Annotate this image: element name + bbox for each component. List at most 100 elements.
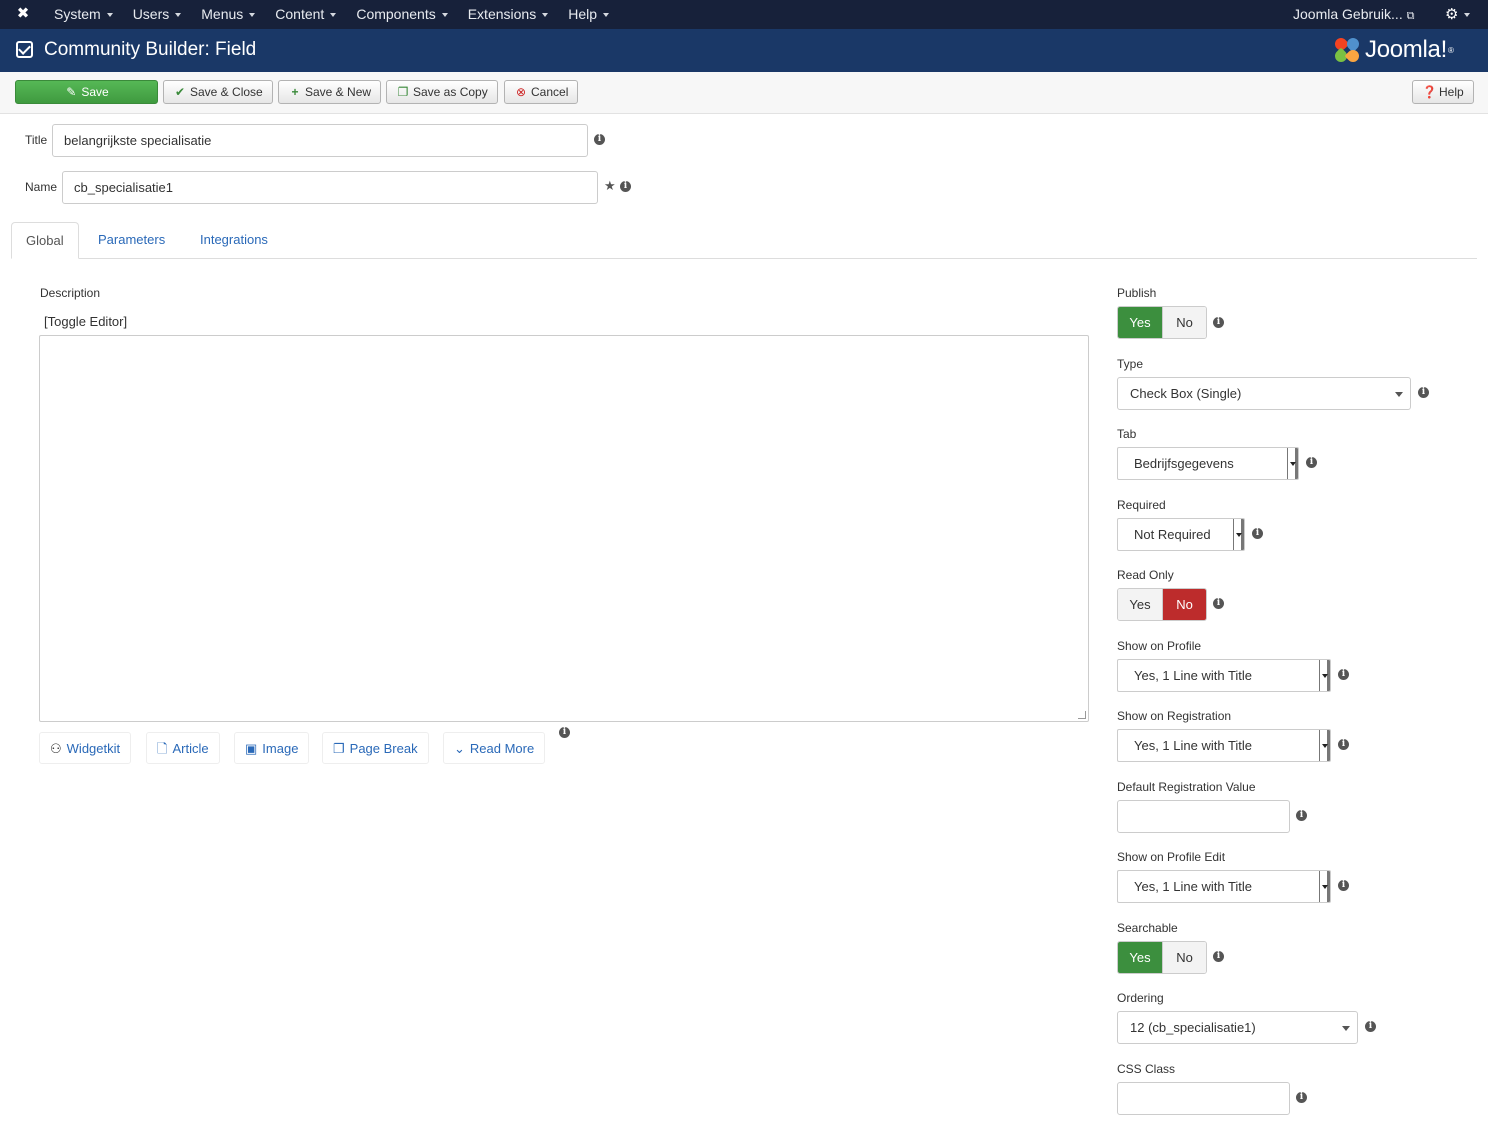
show-profile-edit-select[interactable]: Yes, 1 Line with Title (1117, 870, 1331, 903)
read-only-toggle: Yes No (1117, 588, 1207, 621)
save-button-label: Save (81, 85, 109, 99)
default-registration-input[interactable] (1117, 800, 1290, 833)
menu-menus[interactable]: Menus (191, 0, 265, 29)
info-icon[interactable]: i (1306, 457, 1317, 468)
caret-down-icon (330, 13, 337, 18)
info-icon[interactable]: i (1213, 598, 1224, 609)
page-break-button[interactable]: ❐ Page Break (322, 732, 429, 764)
menu-content[interactable]: Content (265, 0, 346, 29)
info-icon[interactable]: i (1338, 669, 1349, 680)
save-button[interactable]: ✎ Save (15, 80, 158, 104)
info-icon[interactable]: i (1338, 880, 1349, 891)
menu-components-label: Components (356, 6, 436, 22)
user-link[interactable]: Joomla Gebruik... ⧉ (1293, 0, 1414, 29)
tab-parameters[interactable]: Parameters (84, 222, 179, 259)
image-button[interactable]: ▣ Image (234, 732, 310, 764)
info-icon[interactable]: i (1338, 739, 1349, 750)
save-copy-label: Save as Copy (413, 85, 488, 99)
info-icon[interactable]: i (1365, 1021, 1376, 1032)
cancel-button[interactable]: ⊗ Cancel (504, 80, 579, 104)
check-icon: ✔ (174, 85, 186, 99)
resize-handle[interactable] (1078, 711, 1086, 719)
checkbox-icon (16, 41, 33, 58)
info-icon[interactable]: i (1252, 528, 1263, 539)
toolbar: ✎ Save ✔ Save & Close + Save & New ❐ Save as… (0, 72, 1500, 114)
menu-components[interactable]: Components (346, 0, 457, 29)
tab-integrations[interactable]: Integrations (186, 222, 282, 259)
title-input[interactable]: belangrijkste specialisatie (52, 124, 588, 157)
joomla-brand: Joomla! ® (1332, 34, 1454, 66)
article-label: Article (172, 741, 209, 756)
info-icon[interactable]: i (1418, 387, 1429, 398)
help-button[interactable]: ❓ Help (1412, 80, 1474, 104)
read-only-yes[interactable]: Yes (1118, 589, 1162, 620)
menu-extensions[interactable]: Extensions (458, 0, 558, 29)
show-registration-select[interactable]: Yes, 1 Line with Title (1117, 729, 1331, 762)
type-value: Check Box (Single) (1130, 386, 1242, 401)
info-icon[interactable]: i (1296, 1092, 1307, 1103)
caret-down-icon (106, 13, 113, 18)
required-value: Not Required (1134, 527, 1211, 542)
searchable-no[interactable]: No (1162, 942, 1206, 973)
read-only-label: Read Only (1117, 568, 1174, 582)
read-more-button[interactable]: ⌄ Read More (443, 732, 546, 764)
info-icon[interactable]: i (594, 134, 605, 145)
save-close-button[interactable]: ✔ Save & Close (163, 80, 273, 104)
tab-value: Bedrijfsgegevens (1134, 456, 1234, 471)
searchable-yes[interactable]: Yes (1118, 942, 1162, 973)
user-name: Joomla Gebruik... (1293, 6, 1403, 22)
menu-help[interactable]: Help (558, 0, 619, 29)
article-button[interactable]: 🗋 Article (146, 732, 220, 764)
page-title: Community Builder: Field (44, 39, 257, 60)
type-select[interactable]: Check Box (Single) (1117, 377, 1411, 410)
publish-no[interactable]: No (1162, 307, 1206, 338)
read-only-no[interactable]: No (1162, 589, 1206, 620)
ordering-value: 12 (cb_specialisatie1) (1130, 1020, 1256, 1035)
type-label: Type (1117, 357, 1144, 371)
default-registration-label: Default Registration Value (1117, 780, 1256, 794)
info-icon[interactable]: i (1213, 317, 1224, 328)
name-label: Name (25, 180, 58, 194)
title-label: Title (25, 133, 48, 147)
joomla-logo-icon[interactable]: ✖ (14, 5, 32, 23)
ordering-label: Ordering (1117, 991, 1164, 1005)
help-label: Help (1439, 85, 1464, 99)
tab-label: Tab (1117, 427, 1137, 441)
widgetkit-label: Widgetkit (66, 741, 121, 756)
caret-down-icon (249, 13, 256, 18)
publish-yes[interactable]: Yes (1118, 307, 1162, 338)
tab-global[interactable]: Global (11, 222, 79, 259)
menu-users[interactable]: Users (123, 0, 192, 29)
ordering-select[interactable]: 12 (cb_specialisatie1) (1117, 1011, 1358, 1044)
save-new-button[interactable]: + Save & New (278, 80, 382, 104)
show-profile-select[interactable]: Yes, 1 Line with Title (1117, 659, 1331, 692)
tab-select[interactable]: Bedrijfsgegevens (1117, 447, 1299, 480)
cancel-label: Cancel (531, 85, 569, 99)
css-class-input[interactable] (1117, 1082, 1290, 1115)
chevron-down-icon (1287, 448, 1298, 479)
page-header: Community Builder: Field Joomla! ® (0, 29, 1500, 72)
publish-label: Publish (1117, 286, 1157, 300)
caret-down-icon (175, 13, 182, 18)
info-icon[interactable]: i (620, 181, 631, 192)
description-editor[interactable] (39, 335, 1089, 722)
gear-icon[interactable]: ⚙ (1445, 0, 1471, 29)
required-select[interactable]: Not Required (1117, 518, 1245, 551)
edit-icon: ✎ (66, 85, 77, 99)
menu-system[interactable]: System (44, 0, 123, 29)
chevron-down-icon (1233, 519, 1244, 550)
page-edge (1488, 0, 1500, 1143)
info-icon[interactable]: i (559, 727, 570, 738)
brand-reg-mark: ® (1447, 45, 1454, 55)
save-new-label: Save & New (305, 85, 372, 99)
info-icon[interactable]: i (1213, 951, 1224, 962)
description-label: Description (40, 286, 101, 300)
joomla-brand-text: Joomla! (1365, 36, 1447, 63)
name-input[interactable]: cb_specialisatie1 (62, 171, 598, 204)
info-icon[interactable]: i (1296, 810, 1307, 821)
chevron-down-icon (1319, 660, 1330, 691)
menu-users-label: Users (132, 6, 170, 22)
widgetkit-button[interactable]: ⚇ Widgetkit (39, 732, 132, 764)
save-copy-button[interactable]: ❐ Save as Copy (386, 80, 498, 104)
toggle-editor-link[interactable]: [Toggle Editor] (44, 314, 127, 329)
